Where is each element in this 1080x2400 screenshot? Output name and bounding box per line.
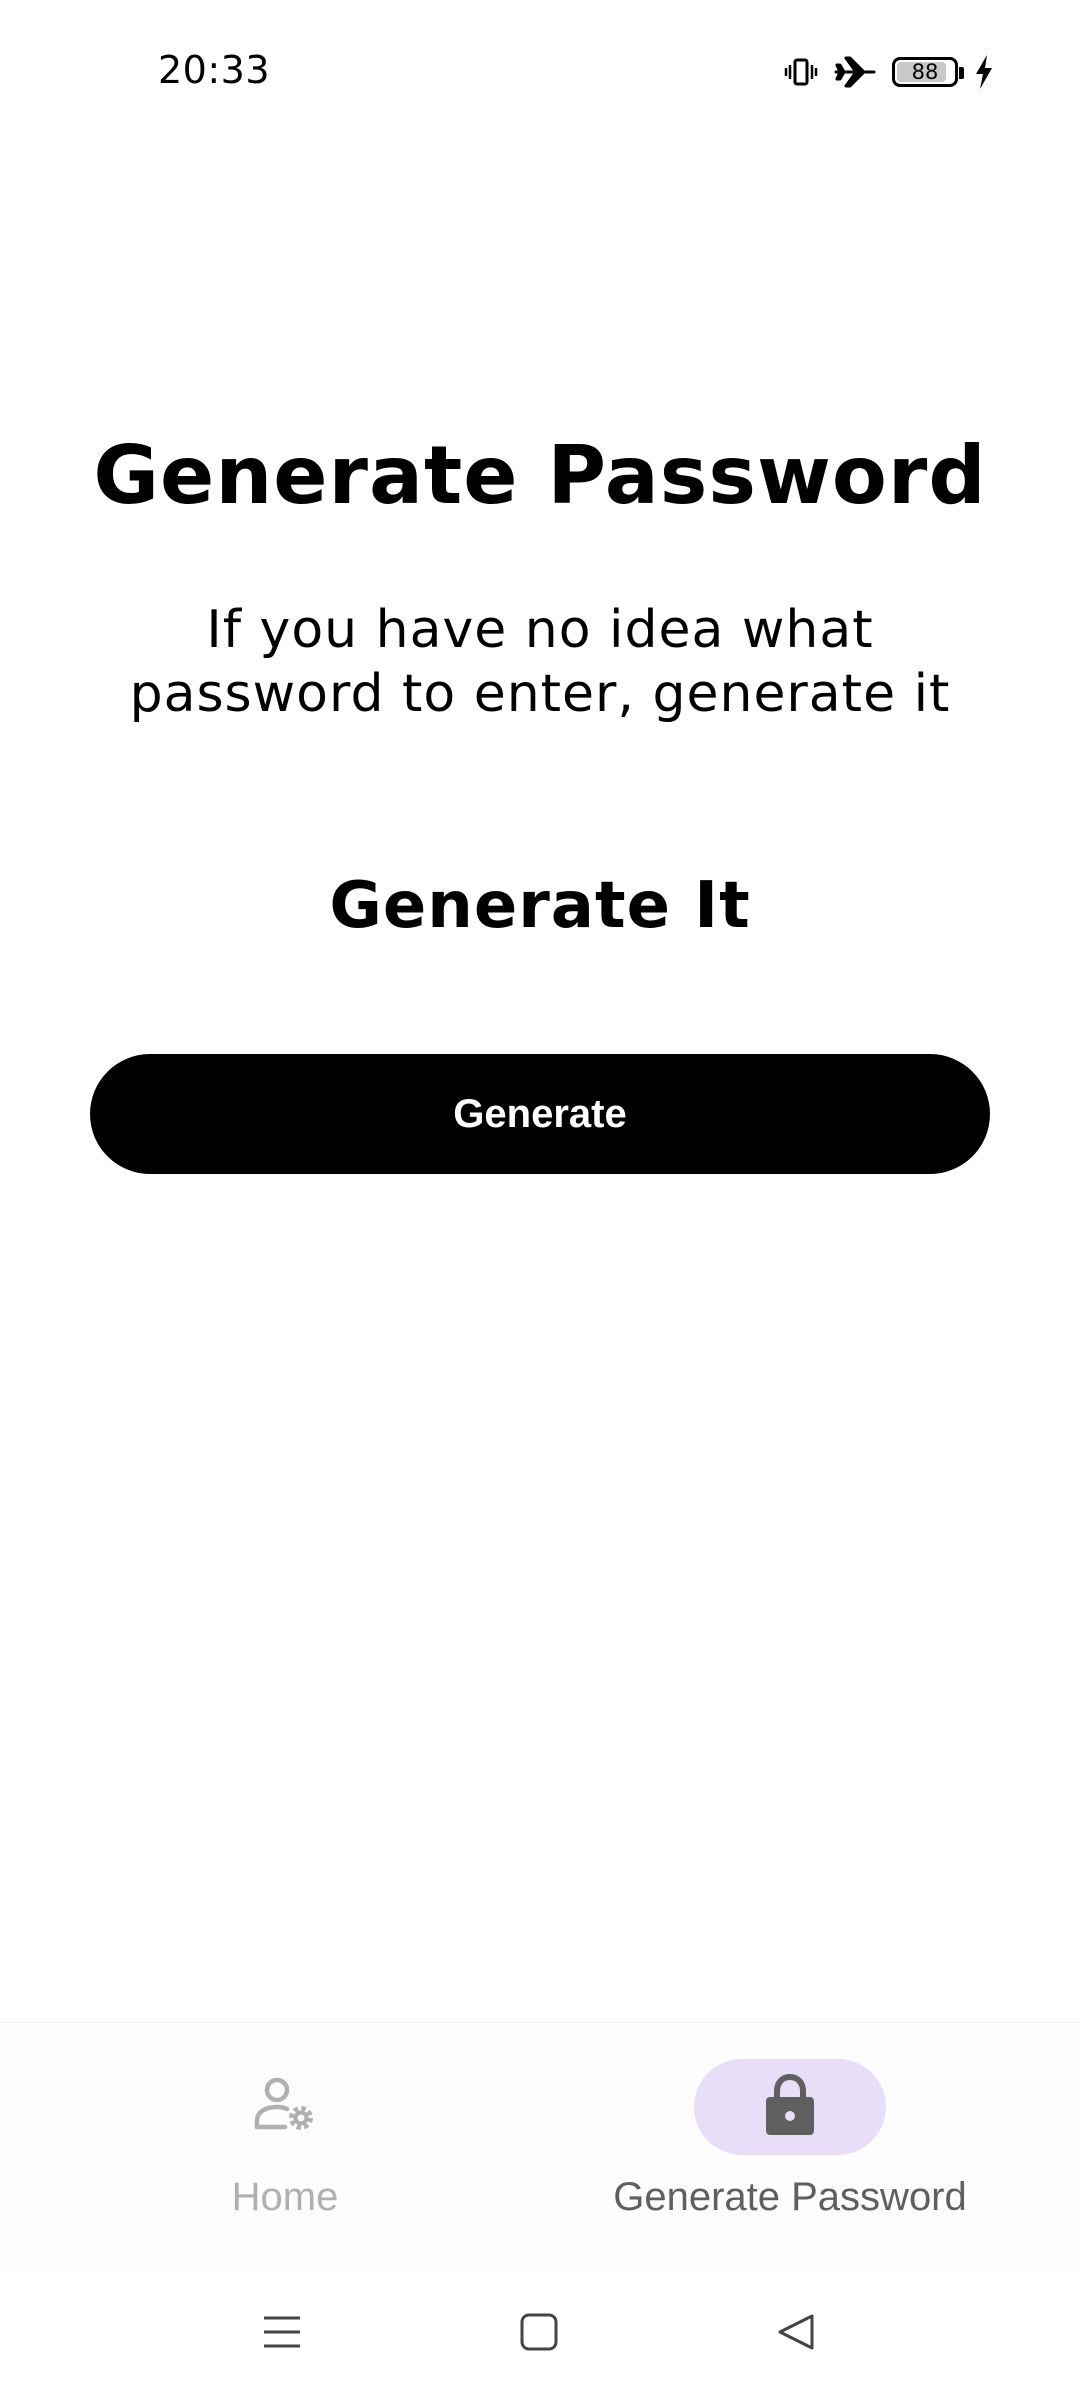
battery-cap (959, 67, 964, 79)
subtitle: If you have no idea what password to ent… (129, 600, 951, 724)
battery-level: 88 (911, 59, 939, 84)
charging-icon (974, 54, 994, 90)
home-square-icon[interactable] (509, 2302, 569, 2362)
battery-icon: 88 (892, 57, 964, 87)
status-bar: 20:33 88 (0, 0, 1080, 140)
status-time: 20:33 (158, 48, 271, 92)
status-icons: 88 (784, 48, 994, 96)
vibrate-icon (784, 55, 818, 89)
back-triangle-icon[interactable] (766, 2302, 826, 2362)
user-settings-icon (253, 2075, 317, 2140)
generate-button[interactable]: Generate (90, 1054, 990, 1174)
menu-icon[interactable] (252, 2302, 312, 2362)
screen: 20:33 88 Generate Password If you have n… (0, 0, 1080, 2400)
section-heading: Generate It (329, 869, 751, 943)
page-title: Generate Password (93, 429, 987, 522)
lock-icon (764, 2073, 816, 2142)
nav-item-generate-password[interactable]: Generate Password (580, 2059, 1000, 2249)
nav-item-home[interactable]: Home (75, 2059, 495, 2249)
system-navigation-bar (0, 2272, 1080, 2400)
bottom-navigation: Home Generate Password (0, 2022, 1080, 2273)
nav-generate-icon-container (694, 2059, 886, 2155)
nav-home-icon-container (189, 2059, 381, 2155)
airplane-mode-icon (834, 54, 876, 90)
nav-label-generate-password: Generate Password (613, 2175, 967, 2219)
nav-label-home: Home (231, 2175, 339, 2219)
